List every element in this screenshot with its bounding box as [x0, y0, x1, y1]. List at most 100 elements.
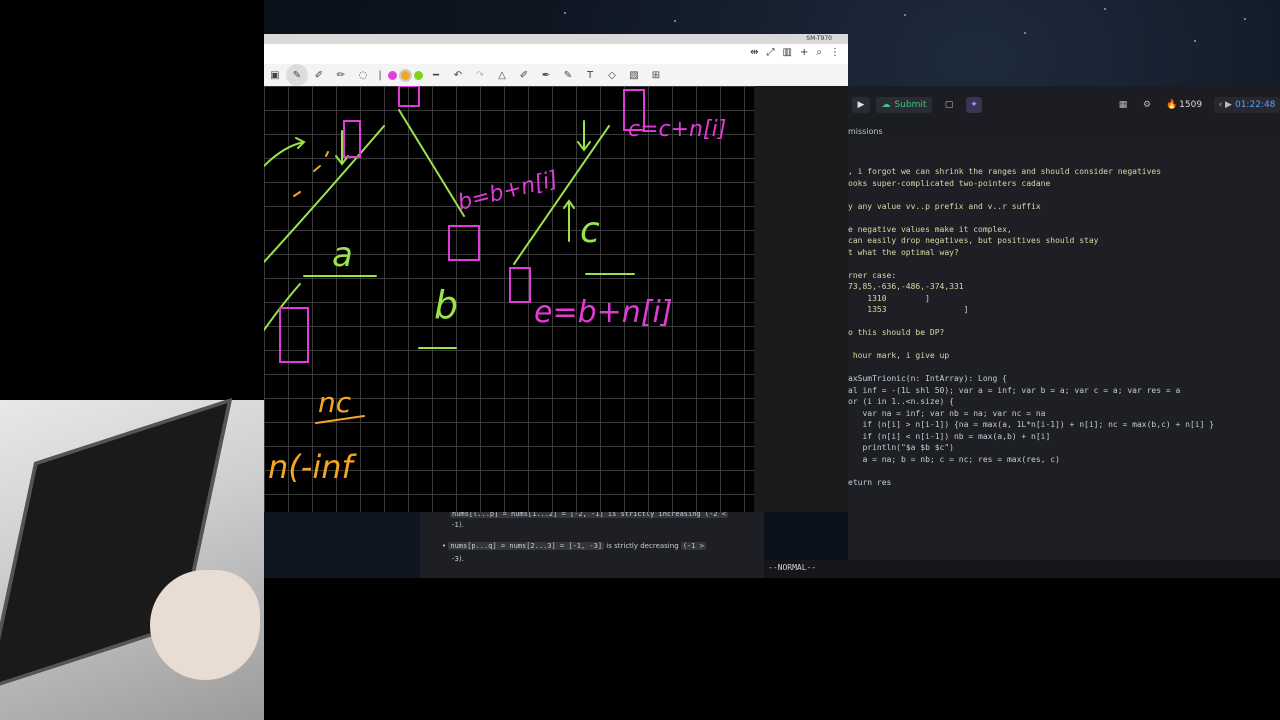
chevron-left-icon: ‹ ▶	[1218, 100, 1232, 110]
layout-icon[interactable]: ▦	[1116, 97, 1130, 113]
box-top	[398, 86, 420, 107]
tab-submissions[interactable]: missions	[848, 127, 883, 136]
line-b-diag	[398, 109, 465, 217]
code-editor[interactable]: , i forgot we can shrink the ranges and …	[848, 142, 1280, 560]
code-line: can easily drop negatives, but positives…	[848, 236, 1099, 245]
description-bullet: • nums[p...q] = nums[2...3] = [-1, -3] i…	[442, 542, 706, 550]
code-line: e negative values make it complex,	[848, 224, 1012, 234]
timer-value: 01:22:48	[1234, 100, 1276, 110]
grid-menu-icon[interactable]: ⊞	[645, 64, 667, 86]
arrow-c-top	[577, 120, 591, 152]
layers-icon[interactable]: ⇹	[750, 47, 758, 58]
arrow-c	[563, 199, 575, 242]
box-a	[343, 120, 361, 158]
box-e	[509, 267, 531, 303]
magic-pen-icon[interactable]: ✎	[557, 64, 579, 86]
handwriting-layer: a b c nc b=b+n[i] c=c+n[i] e=b+n[i] n(-i…	[264, 86, 726, 486]
drawing-app-window: SM-T970 ⇹ ⤢ ▥ + ⌕ ⋮ ▣ ✎ ✐ ✏ ◌ | ━ ↶ ↷ △ …	[264, 34, 848, 512]
label-c: c	[580, 210, 600, 251]
description-line: -3).	[452, 555, 464, 563]
code-line: if (n[i] < n[i-1]) nb = max(a,b) + n[i]	[848, 431, 1051, 441]
eraser-icon[interactable]: ◌	[352, 64, 374, 86]
code-line: 1353 ]	[848, 305, 969, 314]
drawing-canvas[interactable]: a b c nc b=b+n[i] c=c+n[i] e=b+n[i] n(-i…	[264, 86, 754, 512]
box-b	[448, 225, 480, 261]
run-button[interactable]: ▶	[852, 97, 870, 113]
bullet-chip: (-1 >	[680, 542, 706, 550]
bullet-code: nums[p...q] = nums[2...3] = [-1, -3]	[448, 542, 605, 550]
description-sidebar	[264, 512, 420, 578]
pen-color-green[interactable]	[414, 70, 423, 80]
webcam-hand	[150, 570, 260, 680]
label-b: b	[434, 283, 458, 327]
label-a: a	[332, 235, 353, 275]
text-icon[interactable]: T	[579, 64, 601, 86]
formula-c: c=c+n[i]	[628, 117, 726, 142]
line-weight-icon[interactable]: ━	[425, 64, 447, 86]
code-line: eturn res	[848, 477, 892, 487]
pen-color-magenta[interactable]	[388, 70, 397, 80]
note-icon[interactable]: ▢	[942, 97, 956, 113]
inf-text: n(-inf	[268, 448, 357, 486]
code-line: o this should be DP?	[848, 328, 945, 337]
pen-color-orange[interactable]	[401, 70, 410, 80]
ai-assist-icon[interactable]: ✦	[966, 97, 982, 113]
line-a-diag	[264, 125, 385, 263]
code-line: axSumTrionic(n: IntArray): Long {	[848, 374, 1007, 383]
box-left	[279, 307, 309, 363]
device-label: SM-T970	[806, 35, 832, 42]
book-icon[interactable]: ▥	[783, 47, 792, 58]
cloud-upload-icon: ☁	[881, 100, 891, 110]
formula-b: b=b+n[i]	[455, 167, 560, 216]
drawing-topbar: ⇹ ⤢ ▥ + ⌕ ⋮	[264, 44, 848, 64]
pen-icon[interactable]: ✐	[308, 64, 330, 86]
code-line: hour mark, i give up	[848, 351, 950, 360]
vim-mode: --NORMAL--	[768, 563, 817, 572]
image-icon[interactable]: ▧	[623, 64, 645, 86]
problem-description: nums[l...p] = nums[1...2] = [-2, -1] is …	[420, 510, 764, 578]
redo-icon[interactable]: ↷	[469, 64, 491, 86]
lasso-icon[interactable]: ✎	[286, 64, 308, 86]
more-icon[interactable]: ⋮	[830, 47, 840, 58]
code-line: al inf = -(1L shl 50); var a = inf; var …	[848, 385, 1181, 395]
fullscreen-icon[interactable]: ⤢	[767, 47, 775, 58]
vim-statusline: --NORMAL--	[764, 560, 1280, 578]
code-line: 1310 ]	[848, 293, 930, 303]
toolbar-divider: |	[378, 69, 382, 81]
code-line: y any value vv..p prefix and v..r suffix	[848, 201, 1041, 211]
bullet-text: is strictly decreasing	[604, 542, 681, 550]
gear-icon[interactable]: ⚙	[1140, 97, 1154, 113]
timer[interactable]: ‹ ▶ 01:22:48	[1214, 97, 1280, 113]
ruler-icon[interactable]: ✐	[513, 64, 535, 86]
code-line: rner case:	[848, 270, 897, 280]
shape-icon[interactable]: △	[491, 64, 513, 86]
code-line: or (i in 1..<n.size) {	[848, 397, 954, 406]
submit-button[interactable]: ☁ Submit	[876, 97, 932, 113]
undo-icon[interactable]: ↶	[447, 64, 469, 86]
code-line: t what the optimal way?	[848, 247, 959, 257]
arrow-a	[264, 137, 306, 167]
highlighter-icon[interactable]: ✏	[330, 64, 352, 86]
device-titlebar: SM-T970	[264, 34, 848, 44]
drawing-side-panel	[754, 86, 848, 512]
streak-badge[interactable]: 🔥 1509	[1162, 97, 1206, 113]
label-nc: nc	[318, 386, 352, 419]
code-line: 73,85,-636,-486,-374,331	[848, 282, 964, 291]
search-icon[interactable]: ⌕	[816, 47, 822, 58]
submit-label: Submit	[894, 100, 927, 110]
arrow-a-down	[335, 130, 349, 166]
orange-marks	[293, 151, 329, 197]
code-line: println("$a $b $c")	[848, 443, 954, 452]
add-icon[interactable]: +	[800, 47, 808, 58]
topbar-actions: ⇹ ⤢ ▥ + ⌕ ⋮	[750, 47, 840, 58]
streak-count: 1509	[1179, 100, 1203, 110]
shape-recognizer-icon[interactable]: ◇	[601, 64, 623, 86]
eyedropper-icon[interactable]: ✒	[535, 64, 557, 86]
drawing-toolbar: ▣ ✎ ✐ ✏ ◌ | ━ ↶ ↷ △ ✐ ✒ ✎ T ◇ ▧ ⊞	[264, 64, 848, 87]
code-line: if (n[i] > n[i-1]) {na = max(a, 1L*n[i-1…	[848, 420, 1215, 429]
flame-icon: 🔥	[1165, 100, 1178, 110]
description-line: -1).	[452, 521, 464, 529]
code-line: var na = inf; var nb = na; var nc = na	[848, 408, 1046, 418]
select-icon[interactable]: ▣	[264, 64, 286, 86]
code-line: ooks super-complicated two-pointers cada…	[848, 178, 1051, 188]
